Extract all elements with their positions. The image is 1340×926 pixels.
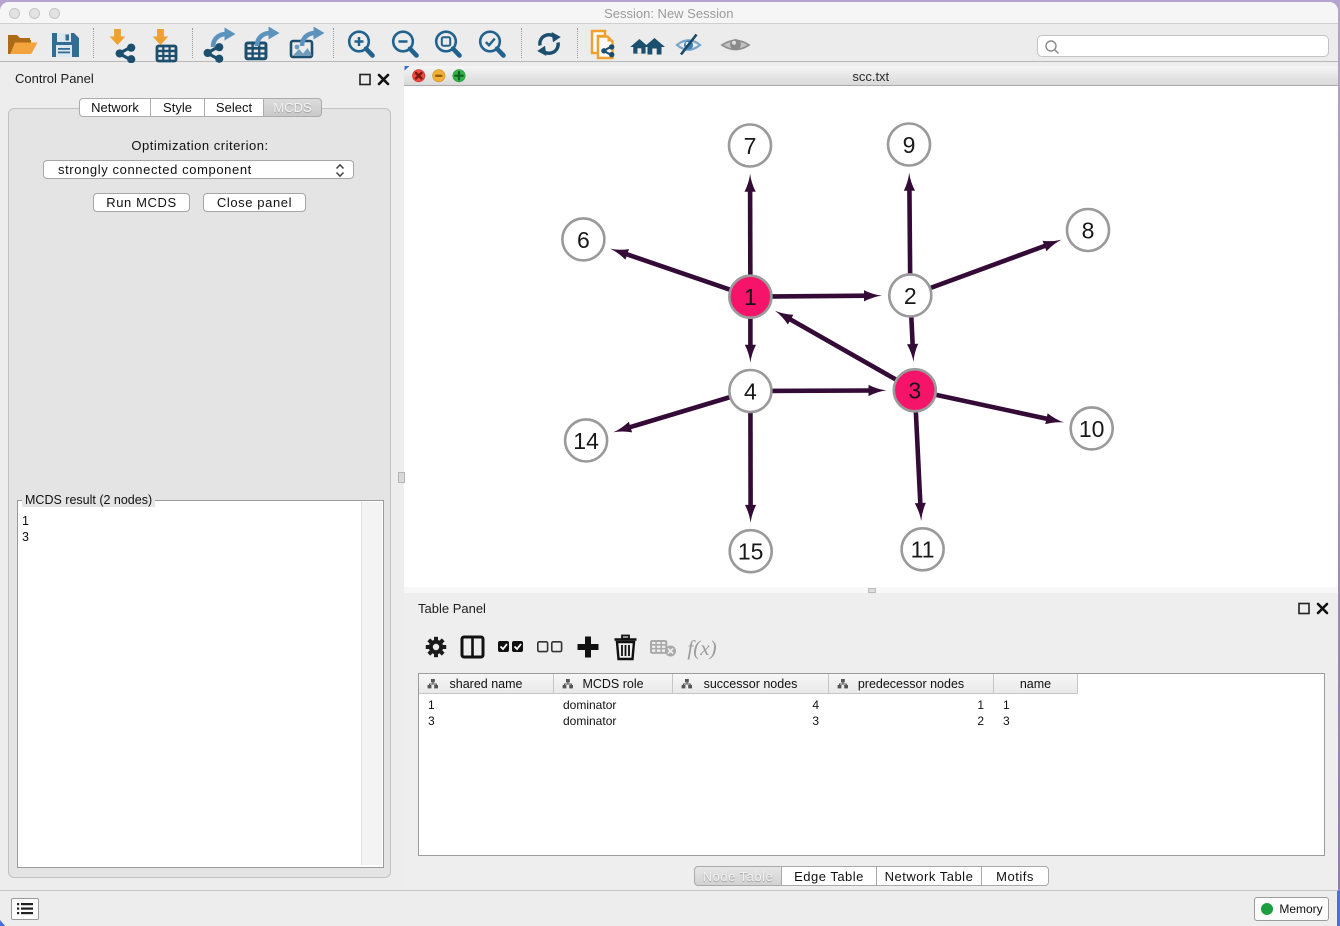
svg-text:10: 10 [1079, 416, 1105, 442]
svg-text:9: 9 [903, 132, 916, 158]
svg-text:1: 1 [744, 284, 757, 310]
svg-text:2: 2 [904, 283, 917, 309]
svg-text:8: 8 [1082, 217, 1095, 243]
svg-text:3: 3 [908, 378, 921, 404]
svg-text:15: 15 [738, 539, 764, 565]
svg-text:7: 7 [744, 133, 757, 159]
svg-text:6: 6 [577, 227, 590, 253]
svg-text:14: 14 [573, 428, 599, 454]
svg-text:4: 4 [744, 378, 757, 404]
svg-text:11: 11 [911, 537, 935, 563]
